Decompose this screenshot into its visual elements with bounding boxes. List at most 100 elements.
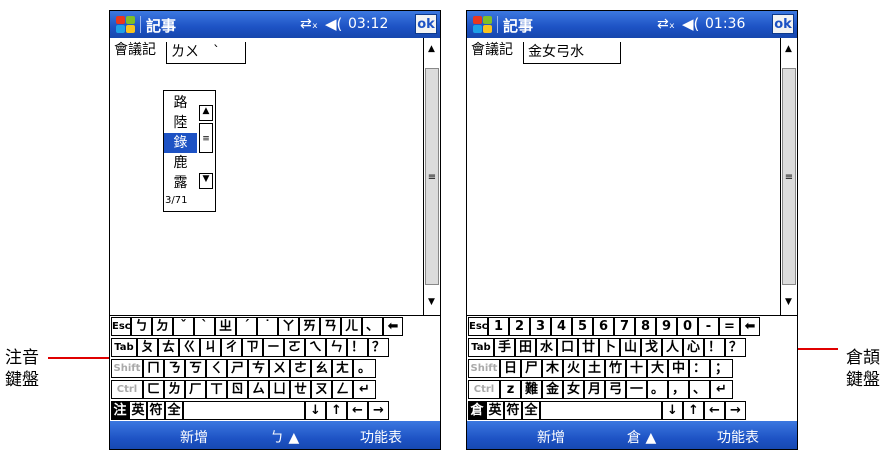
key[interactable]: 7 <box>614 317 635 336</box>
scroll-up-icon[interactable]: ▲ <box>426 42 437 56</box>
key[interactable]: 一 <box>626 380 647 399</box>
key[interactable]: 1 <box>488 317 509 336</box>
scroll-up-icon[interactable]: ▲ <box>783 42 794 56</box>
key[interactable]: ㄥ <box>332 380 353 399</box>
key[interactable]: ㄑ <box>206 359 227 378</box>
key[interactable]: 女 <box>563 380 584 399</box>
tab-key[interactable]: Tab <box>111 338 137 357</box>
key[interactable]: 英 <box>486 401 504 420</box>
key[interactable]: ㄓ <box>215 317 236 336</box>
key[interactable]: ㄒ <box>206 380 227 399</box>
ok-button[interactable]: ok <box>772 14 794 34</box>
key[interactable]: 、 <box>689 380 710 399</box>
key[interactable]: z <box>500 380 521 399</box>
key[interactable]: ！ <box>347 338 368 357</box>
key[interactable]: 倉 <box>468 401 486 420</box>
scroll-down-icon[interactable]: ▼ <box>783 295 794 309</box>
candidate-item[interactable]: 露 <box>164 173 197 193</box>
key[interactable]: 全 <box>522 401 540 420</box>
key[interactable]: 卜 <box>599 338 620 357</box>
volume-icon[interactable]: ◀( <box>325 15 342 33</box>
key[interactable]: ㄝ <box>290 380 311 399</box>
key[interactable]: 英 <box>129 401 147 420</box>
candidate-item[interactable]: 陸 <box>164 113 197 133</box>
ctrl-key[interactable]: Ctrl <box>111 380 143 399</box>
connectivity-icon[interactable]: ⇄ₓ <box>657 16 675 32</box>
key[interactable]: 竹 <box>605 359 626 378</box>
up-arrow-key[interactable]: ↑ <box>683 401 704 420</box>
key[interactable]: ㄛ <box>284 338 305 357</box>
key[interactable]: ㄗ <box>242 338 263 357</box>
candidate-scroll-up-icon[interactable]: ▲ <box>199 105 213 121</box>
key[interactable]: 、 <box>362 317 383 336</box>
key[interactable]: ˙ <box>257 317 278 336</box>
key[interactable]: ㄙ <box>248 380 269 399</box>
key[interactable]: ， <box>668 380 689 399</box>
scroll-thumb[interactable]: ≡ <box>782 68 796 285</box>
key[interactable]: ㄖ <box>227 380 248 399</box>
ok-button[interactable]: ok <box>415 14 437 34</box>
left-arrow-key[interactable]: ← <box>347 401 368 420</box>
backspace-key[interactable]: ⬅ <box>740 317 760 336</box>
key[interactable]: ㄦ <box>341 317 362 336</box>
volume-icon[interactable]: ◀( <box>682 15 699 33</box>
key[interactable]: ㄘ <box>248 359 269 378</box>
shift-key[interactable]: Shift <box>468 359 500 378</box>
key[interactable]: 。 <box>647 380 668 399</box>
candidate-scroll-down-icon[interactable]: ▼ <box>199 173 213 189</box>
function-menu-button[interactable]: 功能表 <box>360 427 402 447</box>
new-menu-button[interactable]: 新增 <box>180 427 208 447</box>
key[interactable]: ㄞ <box>299 317 320 336</box>
space-key[interactable] <box>540 401 662 420</box>
key[interactable]: 符 <box>147 401 165 420</box>
key[interactable]: ㄜ <box>290 359 311 378</box>
key[interactable]: ㄟ <box>305 338 326 357</box>
key[interactable]: 火 <box>563 359 584 378</box>
key[interactable]: ㄔ <box>221 338 242 357</box>
key[interactable]: 2 <box>509 317 530 336</box>
key[interactable]: 月 <box>584 380 605 399</box>
key[interactable]: 4 <box>551 317 572 336</box>
key[interactable]: ？ <box>368 338 389 357</box>
key[interactable]: ㄈ <box>143 380 164 399</box>
key[interactable]: ？ <box>725 338 746 357</box>
key[interactable]: 金 <box>542 380 563 399</box>
key[interactable]: ˋ <box>194 317 215 336</box>
key[interactable]: 田 <box>515 338 536 357</box>
input-panel-button[interactable]: ㄅ ▲ <box>270 427 299 447</box>
key[interactable]: ˊ <box>236 317 257 336</box>
key[interactable]: 口 <box>557 338 578 357</box>
key[interactable]: ！ <box>704 338 725 357</box>
key[interactable]: 弓 <box>605 380 626 399</box>
key[interactable]: 木 <box>542 359 563 378</box>
down-arrow-key[interactable]: ↓ <box>305 401 326 420</box>
clock[interactable]: 01:36 <box>705 16 745 32</box>
key[interactable]: ㄠ <box>311 359 332 378</box>
key[interactable]: ㄌ <box>164 380 185 399</box>
key[interactable]: 日 <box>500 359 521 378</box>
key[interactable]: ㄊ <box>158 338 179 357</box>
left-arrow-key[interactable]: ← <box>704 401 725 420</box>
key[interactable]: ㄡ <box>311 380 332 399</box>
vertical-scrollbar[interactable]: ▲ ≡ ▼ <box>423 38 440 315</box>
key[interactable]: 。 <box>353 359 376 378</box>
key[interactable]: 6 <box>593 317 614 336</box>
note-editor[interactable]: 會議記 金女弓水 <box>467 38 782 315</box>
key[interactable]: 心 <box>683 338 704 357</box>
key[interactable]: ˇ <box>173 317 194 336</box>
clock[interactable]: 03:12 <box>348 16 388 32</box>
esc-key[interactable]: Esc <box>111 317 131 336</box>
key[interactable]: ㄕ <box>227 359 248 378</box>
key[interactable]: ㄎ <box>185 359 206 378</box>
key[interactable]: 土 <box>584 359 605 378</box>
key[interactable]: ㄋ <box>164 359 185 378</box>
key[interactable]: 難 <box>521 380 542 399</box>
vertical-scrollbar[interactable]: ▲ ≡ ▼ <box>780 38 797 315</box>
key[interactable]: ； <box>710 359 733 378</box>
key[interactable]: 尸 <box>521 359 542 378</box>
down-arrow-key[interactable]: ↓ <box>662 401 683 420</box>
key[interactable]: ㄧ <box>263 338 284 357</box>
key[interactable]: 十 <box>626 359 647 378</box>
key[interactable]: 山 <box>620 338 641 357</box>
tab-key[interactable]: Tab <box>468 338 494 357</box>
